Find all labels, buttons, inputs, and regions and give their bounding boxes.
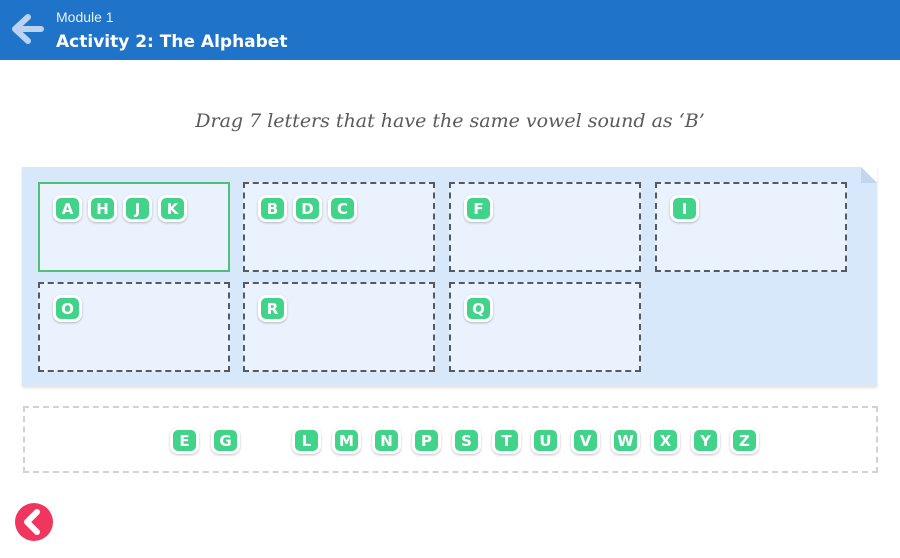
previous-button[interactable]	[14, 502, 54, 542]
letter-tile-i[interactable]: I	[670, 195, 699, 222]
drop-zone-5[interactable]: O	[38, 282, 230, 372]
drop-zone-3[interactable]: F	[449, 182, 641, 272]
letter-tile-q[interactable]: Q	[464, 295, 493, 322]
letter-tile-x[interactable]: X	[651, 427, 680, 454]
drop-zone-6[interactable]: R	[243, 282, 435, 372]
letter-tile-o[interactable]: O	[53, 295, 82, 322]
letter-tile-g[interactable]: G	[211, 427, 240, 454]
drop-zone-1[interactable]: AHJK	[38, 182, 230, 272]
back-button[interactable]	[10, 12, 44, 46]
top-bar: Module 1 Activity 2: The Alphabet	[0, 0, 900, 60]
letter-tile-p[interactable]: P	[412, 427, 441, 454]
letter-tile-u[interactable]: U	[531, 427, 560, 454]
chevron-left-circle-icon	[15, 503, 53, 541]
page-fold-corner	[861, 167, 877, 183]
activity-title: Activity 2: The Alphabet	[56, 32, 288, 52]
letter-tile-l[interactable]: L	[292, 427, 321, 454]
drop-board: AHJK BDC F I O R Q	[22, 167, 877, 386]
letter-tile-t[interactable]: T	[492, 427, 521, 454]
drop-zone-7[interactable]: Q	[449, 282, 641, 372]
letter-tile-v[interactable]: V	[571, 427, 600, 454]
module-label: Module 1	[56, 9, 114, 25]
letter-tile-d[interactable]: D	[293, 195, 322, 222]
letter-tile-r[interactable]: R	[258, 295, 287, 322]
letter-tile-s[interactable]: S	[452, 427, 481, 454]
letter-tile-m[interactable]: M	[332, 427, 361, 454]
letter-tile-a[interactable]: A	[53, 195, 82, 222]
letter-tile-e[interactable]: E	[170, 427, 199, 454]
letter-tile-y[interactable]: Y	[691, 427, 720, 454]
letter-tile-z[interactable]: Z	[730, 427, 759, 454]
letter-tile-w[interactable]: W	[611, 427, 640, 454]
letter-tile-f[interactable]: F	[464, 195, 493, 222]
drop-zone-2[interactable]: BDC	[243, 182, 435, 272]
letter-tile-c[interactable]: C	[328, 195, 357, 222]
letter-tile-n[interactable]: N	[372, 427, 401, 454]
instruction-text: Drag 7 letters that have the same vowel …	[195, 110, 705, 132]
arrow-left-icon	[12, 14, 44, 44]
letter-tile-h[interactable]: H	[88, 195, 117, 222]
letter-tray[interactable]: EG LMNPSTUVWXYZ	[23, 406, 878, 473]
drop-zone-4[interactable]: I	[655, 182, 847, 272]
letter-tile-b[interactable]: B	[258, 195, 287, 222]
letter-tile-j[interactable]: J	[123, 195, 152, 222]
letter-tile-k[interactable]: K	[158, 195, 187, 222]
